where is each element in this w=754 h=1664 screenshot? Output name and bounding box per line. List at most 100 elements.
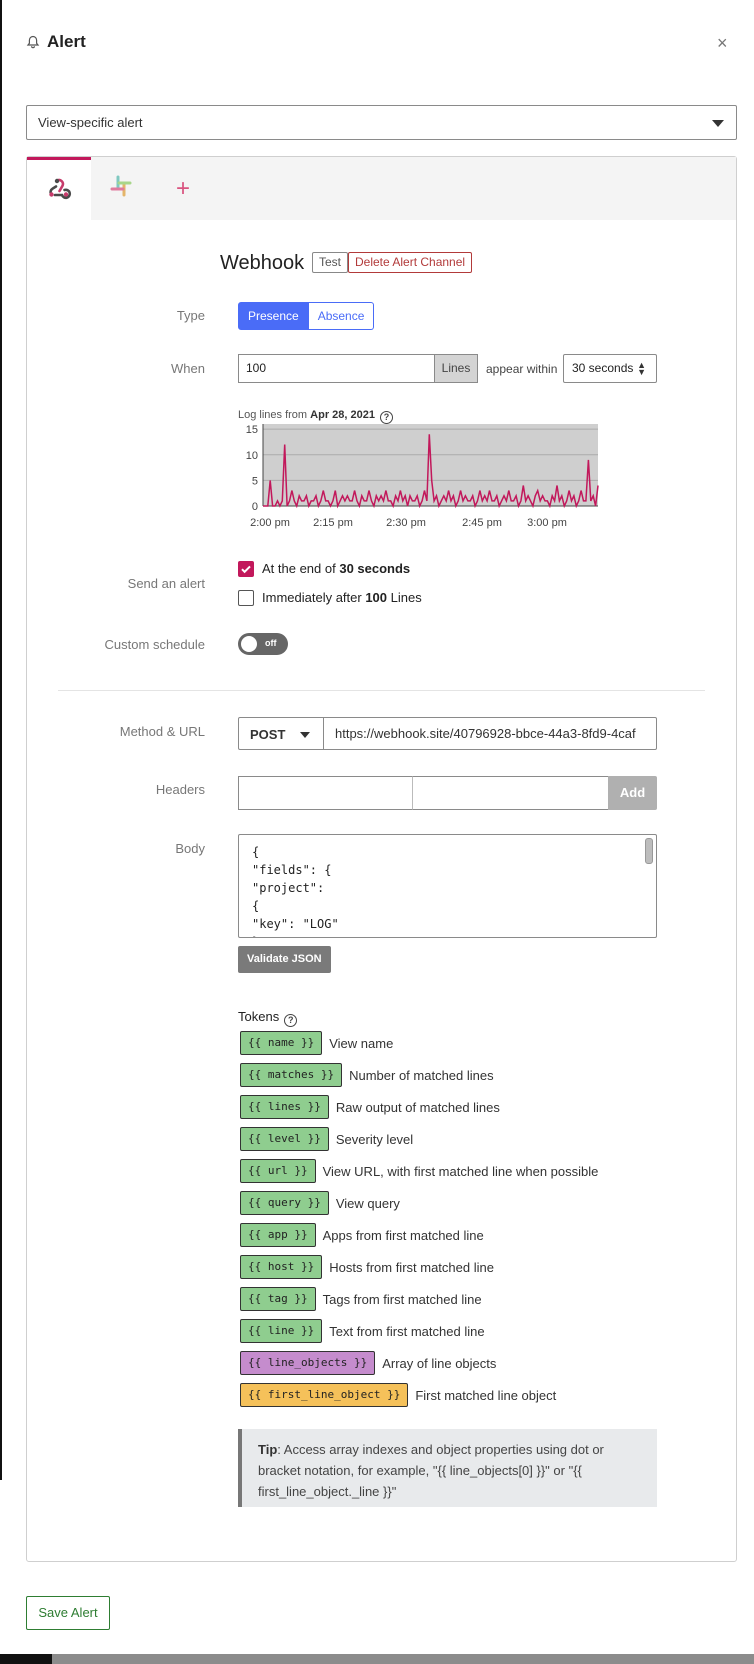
tab-add-channel[interactable]: + [151,157,215,220]
immediately-label: Immediately after 100 Lines [262,590,422,605]
body-textarea[interactable]: { "fields": { "project": { "key": "LOG" … [238,834,657,938]
immediately-checkbox[interactable] [238,590,254,606]
toggle-knob [241,636,257,652]
chart-y-tick-label: 0 [252,501,258,513]
token-row: {{ host }} Hosts from first matched line [240,1255,494,1279]
chart-x-tick-label: 3:00 pm [527,517,567,529]
log-lines-chart: 0 5 10 15 2:00 pm 2:15 pm 2:30 pm 2:45 pm 3:00 p… [246,424,599,529]
token-description: View URL, with first matched line when p… [322,1163,599,1179]
token-row: {{ app }} Apps from first matched line [240,1223,484,1247]
alert-type-select[interactable]: View-specific alert [26,105,737,140]
webhook-icon [46,176,72,205]
chart-y-tick-label: 15 [246,424,258,436]
token-row: {{ query }} View query [240,1191,400,1215]
background-taskbar [0,1654,754,1664]
body-label: Body [175,841,205,856]
option2-bold: 100 [365,590,388,605]
token-row: {{ matches }} Number of matched lines [240,1063,494,1087]
lines-unit: Lines [434,354,478,383]
type-presence-button[interactable]: Presence [238,302,309,330]
background-window-edge [0,0,2,1480]
duration-select[interactable]: 30 seconds ▲ ▼ [563,354,657,383]
option1-prefix: At the end of [262,561,340,576]
help-icon[interactable]: ? [284,1014,298,1027]
method-value: POST [250,727,286,742]
method-url-label: Method & URL [119,724,205,739]
method-select[interactable]: POST [238,717,324,750]
token-chip[interactable]: {{ query }} [240,1191,329,1215]
close-icon[interactable]: × [717,34,728,52]
token-description: Tags from first matched line [322,1291,482,1307]
alert-type-value: View-specific alert [38,115,143,130]
test-button[interactable]: Test [312,252,349,273]
tip-text: : Access array indexes and object proper… [258,1442,604,1499]
url-input[interactable]: https://webhook.site/40796928-bbce-44a3-… [323,717,657,750]
tokens-title-text: Tokens [238,1009,280,1024]
token-description: Raw output of matched lines [335,1099,500,1115]
token-chip[interactable]: {{ tag }} [240,1287,316,1311]
token-description: View query [335,1195,400,1211]
tip-bold: Tip [258,1442,278,1457]
token-description: First matched line object [415,1387,557,1403]
background-taskbar-edge [0,1654,52,1664]
type-toggle: Presence Absence [238,302,375,330]
option1-bold: 30 seconds [339,561,411,576]
token-description: Hosts from first matched line [329,1259,494,1275]
token-description: Severity level [335,1131,414,1147]
token-description: Apps from first matched line [322,1227,484,1243]
token-chip[interactable]: {{ line_objects }} [240,1351,376,1375]
chart-y-tick-label: 5 [252,475,258,487]
token-chip[interactable]: {{ level }} [240,1127,329,1151]
chevron-down-icon [712,120,724,127]
token-chip[interactable]: {{ url }} [240,1159,316,1183]
type-label: Type [176,308,205,323]
appear-within-text: appear within [486,362,558,376]
header-key-input[interactable] [238,776,413,810]
custom-schedule-toggle[interactable]: off [238,633,288,655]
tip-box: Tip: Access array indexes and object pro… [238,1429,657,1507]
chart-x-tick-label: 2:15 pm [313,517,353,529]
chevron-down-icon [300,732,310,738]
token-row: {{ tag }} Tags from first matched line [240,1287,482,1311]
chart-caption-prefix: Log lines from [238,409,311,421]
end-of-period-checkbox[interactable] [238,561,254,577]
token-chip[interactable]: {{ lines }} [240,1095,329,1119]
token-row: {{ line }} Text from first matched line [240,1319,485,1343]
add-channel-icon: + [175,174,190,202]
tokens-title: Tokens? [238,1009,298,1027]
type-absence-button[interactable]: Absence [308,302,375,330]
sort-arrows-icon: ▲ ▼ [637,360,646,377]
chart-x-tick-label: 2:00 pm [250,517,290,529]
custom-schedule-label: Custom schedule [104,637,205,652]
token-chip[interactable]: {{ first_line_object }} [240,1383,409,1407]
token-row: {{ name }} View name [240,1031,393,1055]
end-of-period-label: At the end of 30 seconds [262,561,410,576]
chart-x-tick-label: 2:45 pm [462,517,502,529]
token-row: {{ url }} View URL, with first matched li… [240,1159,598,1183]
header-value-input[interactable] [412,776,609,810]
token-chip[interactable]: {{ host }} [240,1255,323,1279]
send-alert-label: Send an alert [127,576,205,591]
toggle-state: off [265,638,277,648]
save-alert-button[interactable]: Save Alert [26,1596,110,1630]
channel-tabs: + [27,157,736,220]
delete-channel-button[interactable]: Delete Alert Channel [348,252,473,273]
token-row: {{ first_line_object }} First matched lin… [240,1383,556,1407]
validate-json-button[interactable]: Validate JSON [238,946,331,973]
headers-label: Headers [155,782,205,797]
tab-slack[interactable] [89,157,153,220]
token-chip[interactable]: {{ line }} [240,1319,323,1343]
chart-x-tick-label: 2:30 pm [386,517,426,529]
scrollbar[interactable] [645,838,653,864]
duration-value: 30 seconds [572,361,634,375]
tab-webhook[interactable] [27,157,91,220]
token-chip[interactable]: {{ app }} [240,1223,316,1247]
add-header-button[interactable]: Add [608,776,657,810]
channel-title: Webhook [220,252,305,274]
token-chip[interactable]: {{ name }} [240,1031,323,1055]
line-count-input[interactable]: 100 [238,354,434,383]
token-chip[interactable]: {{ matches }} [240,1063,343,1087]
token-description: Number of matched lines [349,1067,494,1083]
token-description: Text from first matched line [329,1323,485,1339]
token-row: {{ lines }} Raw output of matched lines [240,1095,500,1119]
